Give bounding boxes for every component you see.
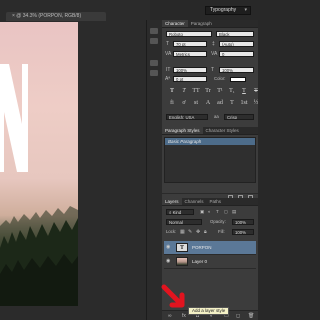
lock-image-icon[interactable]: ✎ bbox=[188, 229, 192, 235]
kerning-icon: VA bbox=[165, 51, 172, 57]
tab-layers[interactable]: Layers bbox=[162, 198, 182, 205]
opentype-buttons: fi ơ st A ad T 1st ½ bbox=[168, 100, 260, 107]
tab-character-styles[interactable]: Character Styles bbox=[203, 127, 242, 134]
swash-button[interactable]: A bbox=[204, 100, 212, 107]
filter-type-icon[interactable]: T bbox=[216, 209, 219, 215]
discretionary-ligatures-button[interactable]: st bbox=[192, 100, 200, 107]
document-canvas[interactable] bbox=[0, 22, 78, 306]
canvas-treeline bbox=[0, 206, 78, 306]
font-style-select[interactable]: Black bbox=[216, 31, 254, 37]
titling-button[interactable]: T bbox=[228, 100, 236, 107]
workspace-label: Typography bbox=[210, 7, 237, 13]
paragraph-style-list: Basic Paragraph bbox=[164, 137, 256, 183]
image-layer-thumbnail bbox=[176, 257, 188, 266]
language-select[interactable]: English: USA bbox=[166, 114, 208, 120]
vertical-scale-field[interactable]: 100% bbox=[173, 67, 207, 73]
horizontal-scale-icon: T bbox=[211, 67, 215, 73]
superscript-button[interactable]: T¹ bbox=[216, 88, 224, 95]
leading-field[interactable]: (Auto) bbox=[219, 41, 254, 47]
leading-icon: ‡ bbox=[212, 41, 215, 47]
ordinals-button[interactable]: 1st bbox=[240, 100, 248, 107]
opacity-label: Opacity: bbox=[210, 219, 226, 224]
filter-smart-object-icon[interactable]: ▤ bbox=[232, 209, 236, 215]
tracking-field[interactable]: 0 bbox=[219, 51, 254, 57]
color-label: Color: bbox=[214, 76, 226, 81]
layer-name: PORPON bbox=[192, 245, 212, 250]
list-item[interactable]: Basic Paragraph bbox=[165, 138, 255, 145]
paragraph-styles-panel: Paragraph Styles Character Styles Basic … bbox=[162, 127, 258, 201]
faux-bold-button[interactable]: T bbox=[168, 88, 176, 95]
filter-pixel-icon[interactable]: ▣ bbox=[200, 209, 204, 215]
tab-paths[interactable]: Paths bbox=[207, 198, 225, 205]
baseline-shift-field[interactable]: 0 pt bbox=[173, 76, 207, 82]
eye-icon[interactable]: ◉ bbox=[166, 259, 172, 264]
lock-all-icon[interactable]: 🔒︎ bbox=[204, 229, 207, 235]
eye-icon[interactable]: ◉ bbox=[166, 245, 172, 250]
faux-italic-button[interactable]: T bbox=[180, 88, 188, 95]
paragraph-styles-tabs: Paragraph Styles Character Styles bbox=[162, 127, 258, 135]
character-panel-tabs: Character Paragraph bbox=[162, 20, 258, 28]
tab-channels[interactable]: Channels bbox=[182, 198, 207, 205]
anti-alias-select[interactable]: Crisp bbox=[224, 114, 254, 120]
ligatures-button[interactable]: fi bbox=[168, 100, 176, 107]
fill-field[interactable]: 100% bbox=[232, 229, 254, 235]
underline-button[interactable]: T bbox=[240, 88, 248, 95]
character-panel: Character Paragraph Roboto Black T 70 pt… bbox=[162, 20, 258, 132]
layer-row-porpon[interactable]: ◉ T PORPON bbox=[164, 241, 256, 255]
filter-adjustment-icon[interactable]: ◐ bbox=[208, 209, 211, 215]
lock-position-icon[interactable]: ✥ bbox=[196, 229, 200, 235]
fractions-button[interactable]: ½ bbox=[252, 100, 260, 107]
text-color-swatch[interactable] bbox=[230, 77, 246, 82]
canvas-letter-n bbox=[0, 64, 28, 172]
stylistic-alternates-button[interactable]: ad bbox=[216, 100, 224, 107]
font-family-select[interactable]: Roboto bbox=[166, 31, 212, 37]
new-layer-icon[interactable]: ◻ bbox=[236, 313, 240, 319]
history-icon[interactable] bbox=[150, 28, 158, 34]
layer-filter-label: Kind bbox=[172, 210, 182, 215]
layer-name: Layer 0 bbox=[192, 259, 208, 264]
baseline-shift-icon: Aª bbox=[165, 76, 171, 82]
font-size-field[interactable]: 70 pt bbox=[173, 41, 207, 47]
strikethrough-button[interactable]: T bbox=[252, 88, 260, 95]
layer-filter-select[interactable]: ⌕ Kind bbox=[166, 209, 194, 215]
filter-shape-icon[interactable]: ◻ bbox=[224, 209, 228, 215]
lock-label: Lock: bbox=[166, 229, 177, 234]
trash-icon[interactable]: 🗑︎ bbox=[248, 313, 254, 319]
vertical-scale-icon: IT bbox=[166, 67, 171, 73]
tracking-icon: VA bbox=[211, 51, 218, 57]
layer-row-layer-0[interactable]: ◉ Layer 0 bbox=[164, 255, 256, 269]
paragraph-panel-icon[interactable] bbox=[150, 70, 158, 76]
tooltip: Add a layer style bbox=[188, 307, 230, 315]
character-panel-icon[interactable] bbox=[150, 60, 158, 66]
kerning-field[interactable]: Metrics bbox=[173, 51, 207, 57]
all-caps-button[interactable]: TT bbox=[192, 88, 200, 95]
layers-panel-tabs: Layers Channels Paths bbox=[162, 198, 258, 206]
blend-mode-select[interactable]: Normal bbox=[166, 219, 202, 225]
old-style-button[interactable]: ơ bbox=[180, 100, 188, 107]
text-layer-thumbnail: T bbox=[176, 243, 188, 252]
fill-label: Fill: bbox=[218, 229, 225, 234]
document-tab-title: × @ 34.3% (PORPON, RGB/8) bbox=[12, 13, 82, 19]
document-tab[interactable]: × @ 34.3% (PORPON, RGB/8) bbox=[6, 12, 106, 21]
type-style-buttons: T T TT Tr T¹ T₁ T T bbox=[168, 88, 260, 95]
subscript-button[interactable]: T₁ bbox=[228, 88, 236, 95]
horizontal-scale-field[interactable]: 100% bbox=[219, 67, 254, 73]
anti-alias-icon: aa bbox=[214, 114, 219, 119]
small-caps-button[interactable]: Tr bbox=[204, 88, 212, 95]
tab-paragraph[interactable]: Paragraph bbox=[188, 20, 215, 27]
opacity-field[interactable]: 100% bbox=[232, 219, 254, 225]
search-icon: ⌕ bbox=[169, 210, 172, 215]
workspace-switcher[interactable]: Typography ▾ bbox=[205, 6, 251, 15]
lock-transparency-icon[interactable]: ▦ bbox=[180, 229, 185, 235]
tab-character[interactable]: Character bbox=[162, 20, 188, 27]
chevron-down-icon: ▾ bbox=[244, 7, 247, 13]
font-size-icon: T bbox=[166, 41, 170, 47]
properties-icon[interactable] bbox=[150, 38, 158, 44]
tab-paragraph-styles[interactable]: Paragraph Styles bbox=[162, 127, 203, 134]
